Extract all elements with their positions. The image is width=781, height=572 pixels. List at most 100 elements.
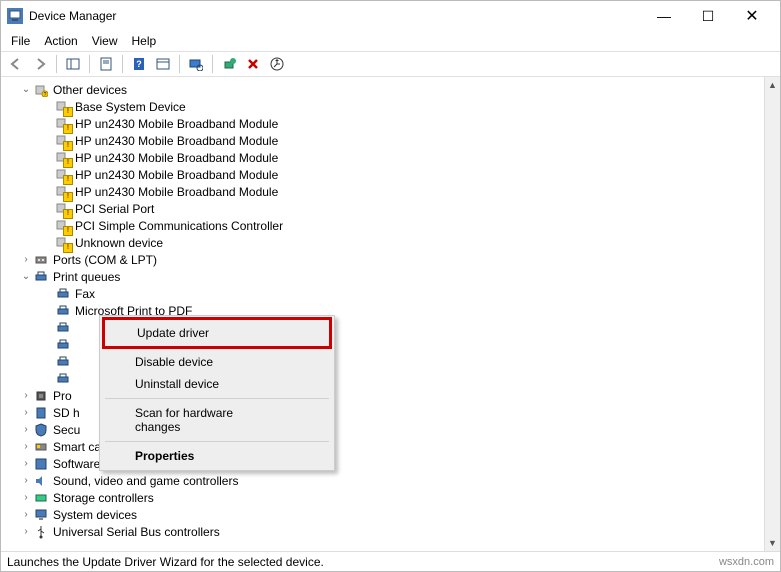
context-menu-scan-hardware[interactable]: Scan for hardware changes xyxy=(103,402,331,438)
tree-label: Pro xyxy=(53,389,72,403)
window-title: Device Manager xyxy=(29,9,642,23)
properties-button[interactable] xyxy=(95,53,117,75)
chevron-down-icon[interactable]: ⌄ xyxy=(19,270,33,284)
tree-item[interactable]: !HP un2430 Mobile Broadband Module xyxy=(1,115,780,132)
device-tree[interactable]: ⌄ ? Other devices !Base System Device !H… xyxy=(1,77,780,551)
tree-label: PCI Serial Port xyxy=(75,202,154,216)
status-text: Launches the Update Driver Wizard for th… xyxy=(7,555,324,569)
scan-hardware-button[interactable] xyxy=(185,53,207,75)
usb-icon xyxy=(33,524,49,540)
minimize-button[interactable]: — xyxy=(642,2,686,30)
device-warning-icon: ! xyxy=(55,133,71,149)
chevron-right-icon[interactable]: › xyxy=(19,457,33,471)
titlebar: Device Manager — ☐ ✕ xyxy=(1,1,780,31)
tree-label: Universal Serial Bus controllers xyxy=(53,525,220,539)
context-menu-properties[interactable]: Properties xyxy=(103,445,331,467)
svg-text:?: ? xyxy=(136,59,142,69)
printer-icon xyxy=(55,286,71,302)
tree-label: Secu xyxy=(53,423,80,437)
forward-button[interactable] xyxy=(29,53,51,75)
tree-node-usb[interactable]: › Universal Serial Bus controllers xyxy=(1,523,780,540)
print-queues-icon xyxy=(33,269,49,285)
help-button[interactable]: ? xyxy=(128,53,150,75)
tree-node-storage[interactable]: › Storage controllers xyxy=(1,489,780,506)
menu-help[interactable]: Help xyxy=(132,34,157,48)
printer-icon xyxy=(55,303,71,319)
chevron-right-icon[interactable]: › xyxy=(19,406,33,420)
ports-icon xyxy=(33,252,49,268)
tree-item[interactable]: Fax xyxy=(1,285,780,302)
menu-action[interactable]: Action xyxy=(44,34,77,48)
close-button[interactable]: ✕ xyxy=(730,2,774,30)
chevron-right-icon[interactable]: › xyxy=(19,440,33,454)
tree-label: HP un2430 Mobile Broadband Module xyxy=(75,185,278,199)
tree-item[interactable]: !HP un2430 Mobile Broadband Module xyxy=(1,166,780,183)
menu-separator xyxy=(105,441,329,442)
device-warning-icon: ! xyxy=(55,150,71,166)
scrollbar-track[interactable] xyxy=(765,93,781,535)
tree-label: Sound, video and game controllers xyxy=(53,474,238,488)
device-warning-icon: ! xyxy=(55,201,71,217)
tree-node-sound[interactable]: › Sound, video and game controllers xyxy=(1,472,780,489)
tree-label: Unknown device xyxy=(75,236,163,250)
tree-item[interactable]: !HP un2430 Mobile Broadband Module xyxy=(1,183,780,200)
action-button[interactable] xyxy=(152,53,174,75)
other-devices-icon: ? xyxy=(33,82,49,98)
chevron-right-icon[interactable]: › xyxy=(19,525,33,539)
context-menu-disable-device[interactable]: Disable device xyxy=(103,351,331,373)
tree-label: HP un2430 Mobile Broadband Module xyxy=(75,134,278,148)
tree-label: Storage controllers xyxy=(53,491,154,505)
security-icon xyxy=(33,422,49,438)
tree-label: PCI Simple Communications Controller xyxy=(75,219,283,233)
show-hide-tree-button[interactable] xyxy=(62,53,84,75)
vertical-scrollbar[interactable]: ▲ ▼ xyxy=(764,77,780,551)
tree-label: Ports (COM & LPT) xyxy=(53,253,157,267)
tree-label: System devices xyxy=(53,508,137,522)
tree-node-print-queues[interactable]: ⌄Print queues xyxy=(1,268,780,285)
chevron-right-icon[interactable]: › xyxy=(19,474,33,488)
printer-icon xyxy=(55,337,71,353)
tree-item[interactable]: ! Unknown device xyxy=(1,234,780,251)
tree-node-other-devices[interactable]: ⌄ ? Other devices xyxy=(1,81,780,98)
highlight-annotation: Update driver xyxy=(102,317,332,349)
add-legacy-button[interactable] xyxy=(218,53,240,75)
tree-item[interactable]: !Base System Device xyxy=(1,98,780,115)
tree-item[interactable]: ! PCI Serial Port xyxy=(1,200,780,217)
tree-node-system[interactable]: › System devices xyxy=(1,506,780,523)
uninstall-button[interactable] xyxy=(242,53,264,75)
tree-item[interactable]: ! HP un2430 Mobile Broadband Module xyxy=(1,132,780,149)
svg-text:?: ? xyxy=(44,92,47,97)
software-icon xyxy=(33,456,49,472)
printer-icon xyxy=(55,354,71,370)
device-warning-icon: ! xyxy=(55,218,71,234)
maximize-button[interactable]: ☐ xyxy=(686,2,730,30)
scroll-up-icon[interactable]: ▲ xyxy=(765,77,781,93)
tree-label: SD h xyxy=(53,406,80,420)
tree-node-ports[interactable]: › Ports (COM & LPT) xyxy=(1,251,780,268)
chevron-down-icon[interactable]: ⌄ xyxy=(19,83,33,97)
context-menu: Update driver Disable device Uninstall d… xyxy=(99,315,335,471)
back-button[interactable] xyxy=(5,53,27,75)
tree-item[interactable]: ! PCI Simple Communications Controller xyxy=(1,217,780,234)
chevron-right-icon[interactable]: › xyxy=(19,389,33,403)
tree-label: Base System Device xyxy=(75,100,186,114)
device-warning-icon: ! xyxy=(55,116,71,132)
menu-file[interactable]: File xyxy=(11,34,30,48)
scroll-down-icon[interactable]: ▼ xyxy=(765,535,781,551)
tree-label: Other devices xyxy=(53,83,127,97)
processor-icon xyxy=(33,388,49,404)
menu-view[interactable]: View xyxy=(92,34,118,48)
tree-item[interactable]: !HP un2430 Mobile Broadband Module xyxy=(1,149,780,166)
update-driver-button[interactable] xyxy=(266,53,288,75)
menubar: File Action View Help xyxy=(1,31,780,51)
device-warning-icon: ! xyxy=(55,235,71,251)
printer-icon xyxy=(55,371,71,387)
context-menu-update-driver[interactable]: Update driver xyxy=(105,320,329,346)
chevron-right-icon[interactable]: › xyxy=(19,253,33,267)
context-menu-uninstall-device[interactable]: Uninstall device xyxy=(103,373,331,395)
chevron-right-icon[interactable]: › xyxy=(19,423,33,437)
chevron-right-icon[interactable]: › xyxy=(19,491,33,505)
toolbar: ? xyxy=(1,51,780,77)
chevron-right-icon[interactable]: › xyxy=(19,508,33,522)
device-warning-icon: ! xyxy=(55,167,71,183)
